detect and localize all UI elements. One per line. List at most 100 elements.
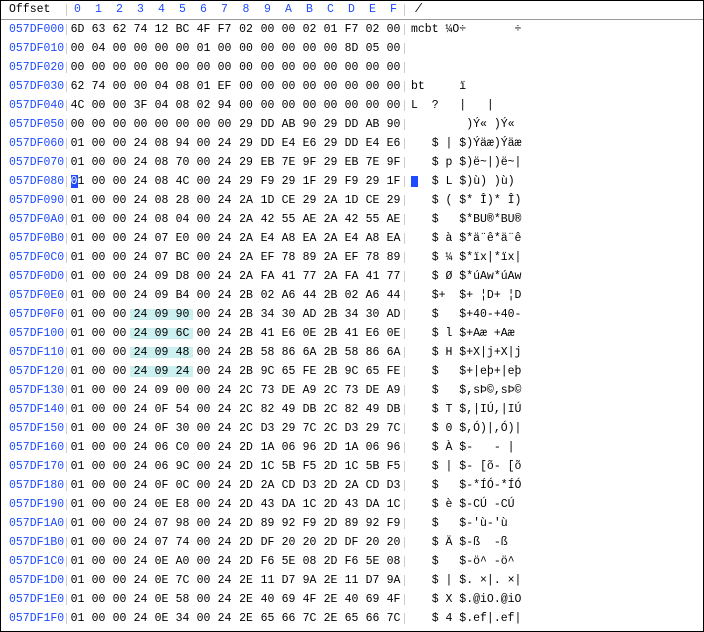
- hex-byte[interactable]: 2D: [320, 461, 341, 473]
- hex-byte[interactable]: E4: [257, 233, 278, 245]
- hex-byte[interactable]: F9: [341, 176, 362, 188]
- hex-byte[interactable]: 00: [214, 43, 235, 55]
- hex-byte[interactable]: 2D: [235, 499, 257, 511]
- hex-byte[interactable]: 08: [383, 556, 404, 568]
- hex-byte[interactable]: 02: [362, 24, 383, 36]
- hex-byte[interactable]: 01: [67, 556, 88, 568]
- hex-byte[interactable]: 00: [88, 252, 109, 264]
- hex-byte[interactable]: 29: [278, 176, 299, 188]
- hex-byte[interactable]: 24: [214, 404, 235, 416]
- hex-byte[interactable]: 01: [193, 81, 214, 93]
- hex-byte[interactable]: 77: [299, 271, 320, 283]
- hex-byte[interactable]: 00: [193, 62, 214, 74]
- hex-bytes[interactable]: 010000240F5400242C8249DB2C8249DB: [67, 404, 405, 416]
- hex-byte[interactable]: 1C: [257, 461, 278, 473]
- hex-byte[interactable]: 24: [130, 195, 151, 207]
- hex-byte[interactable]: 01: [67, 385, 88, 397]
- hex-byte[interactable]: 00: [193, 518, 214, 530]
- hex-byte[interactable]: 90: [383, 119, 404, 131]
- hex-byte[interactable]: 00: [193, 480, 214, 492]
- hex-byte[interactable]: 30: [172, 423, 193, 435]
- hex-byte[interactable]: 00: [109, 43, 130, 55]
- hex-byte[interactable]: 24: [130, 575, 151, 587]
- hex-row[interactable]: 057DF0F001000024099000242B3430AD2B3430AD…: [1, 305, 703, 324]
- hex-byte[interactable]: 2C: [235, 404, 257, 416]
- hex-byte[interactable]: 01: [67, 328, 88, 340]
- hex-byte[interactable]: 2D: [235, 556, 257, 568]
- hex-byte[interactable]: 74: [88, 81, 109, 93]
- hex-byte[interactable]: 2B: [235, 366, 257, 378]
- hex-byte[interactable]: 58: [257, 347, 278, 359]
- hex-byte[interactable]: 2B: [235, 290, 257, 302]
- hex-byte[interactable]: A6: [278, 290, 299, 302]
- hex-byte[interactable]: 00: [130, 119, 151, 131]
- hex-byte[interactable]: 24: [214, 271, 235, 283]
- hex-byte[interactable]: F7: [214, 24, 235, 36]
- hex-byte[interactable]: 89: [299, 252, 320, 264]
- hex-byte[interactable]: 62: [67, 81, 88, 93]
- hex-byte[interactable]: 01: [67, 442, 88, 454]
- hex-byte[interactable]: 9F: [299, 157, 320, 169]
- hex-byte[interactable]: 00: [193, 119, 214, 131]
- hex-byte[interactable]: 74: [172, 537, 193, 549]
- hex-byte[interactable]: 2D: [235, 480, 257, 492]
- hex-byte[interactable]: F6: [257, 556, 278, 568]
- hex-byte[interactable]: 73: [341, 385, 362, 397]
- hex-byte[interactable]: 24: [214, 157, 235, 169]
- hex-byte[interactable]: 04: [172, 214, 193, 226]
- hex-byte[interactable]: 28: [172, 195, 193, 207]
- hex-byte[interactable]: 00: [88, 328, 109, 340]
- hex-byte[interactable]: 2A: [235, 271, 257, 283]
- hex-byte[interactable]: 40: [257, 594, 278, 606]
- hex-byte[interactable]: 06: [151, 442, 172, 454]
- ascii-cell[interactable]: $ $-'ù-'ù: [405, 518, 508, 530]
- hex-byte[interactable]: 00: [193, 499, 214, 511]
- hex-bytes[interactable]: 010000240EA000242DF65E082DF65E08: [67, 556, 405, 568]
- hex-byte[interactable]: 2B: [320, 347, 341, 359]
- hex-byte[interactable]: 00: [320, 62, 341, 74]
- hex-byte[interactable]: 04: [88, 43, 109, 55]
- hex-byte[interactable]: 2A: [320, 233, 341, 245]
- hex-byte[interactable]: 00: [109, 537, 130, 549]
- hex-byte[interactable]: 01: [67, 594, 88, 606]
- hex-byte[interactable]: 00: [88, 233, 109, 245]
- hex-byte[interactable]: 00: [257, 100, 278, 112]
- hex-byte[interactable]: 24: [214, 195, 235, 207]
- hex-byte[interactable]: 01: [67, 499, 88, 511]
- hex-byte[interactable]: DB: [383, 404, 404, 416]
- hex-byte[interactable]: DD: [341, 119, 362, 131]
- hex-byte[interactable]: EB: [257, 157, 278, 169]
- ascii-cell[interactable]: L ? | |: [405, 100, 494, 112]
- hex-bytes[interactable]: 0100002409B400242B02A6442B02A644: [67, 290, 405, 302]
- hex-byte[interactable]: 01: [67, 138, 88, 150]
- hex-byte[interactable]: AB: [278, 119, 299, 131]
- hex-byte[interactable]: 09: [151, 271, 172, 283]
- hex-byte[interactable]: E8: [172, 499, 193, 511]
- hex-byte[interactable]: 00: [193, 442, 214, 454]
- hex-byte[interactable]: 00: [214, 62, 235, 74]
- hex-byte[interactable]: EA: [383, 233, 404, 245]
- hex-byte[interactable]: 24: [214, 556, 235, 568]
- hex-byte[interactable]: 00: [257, 62, 278, 74]
- hex-byte[interactable]: 48: [172, 347, 193, 359]
- hex-byte[interactable]: 24: [130, 309, 151, 321]
- hex-bytes[interactable]: 010000240E7C00242E11D79A2E11D79A: [67, 575, 405, 587]
- hex-byte[interactable]: 9F: [383, 157, 404, 169]
- hex-byte[interactable]: 29: [235, 138, 257, 150]
- hex-byte[interactable]: 2D: [320, 499, 341, 511]
- hex-byte[interactable]: 00: [362, 100, 383, 112]
- hex-bytes[interactable]: 01000024082800242A1DCE292A1DCE29: [67, 195, 405, 207]
- hex-byte[interactable]: 00: [109, 233, 130, 245]
- hex-bytes[interactable]: 010000240894002429DDE4E629DDE4E6: [67, 138, 405, 150]
- hex-byte[interactable]: 1D: [341, 195, 362, 207]
- ascii-cell[interactable]: $ | $- [õ- [õ: [405, 461, 521, 473]
- hex-byte[interactable]: DF: [257, 537, 278, 549]
- hex-byte[interactable]: 24: [130, 556, 151, 568]
- hex-byte[interactable]: 06: [151, 461, 172, 473]
- hex-byte[interactable]: 00: [109, 157, 130, 169]
- hex-byte[interactable]: 00: [172, 385, 193, 397]
- ascii-cell[interactable]: )Ý« )Ý«: [405, 119, 515, 131]
- hex-byte[interactable]: 00: [109, 138, 130, 150]
- hex-byte[interactable]: 24: [214, 537, 235, 549]
- hex-byte[interactable]: A8: [278, 233, 299, 245]
